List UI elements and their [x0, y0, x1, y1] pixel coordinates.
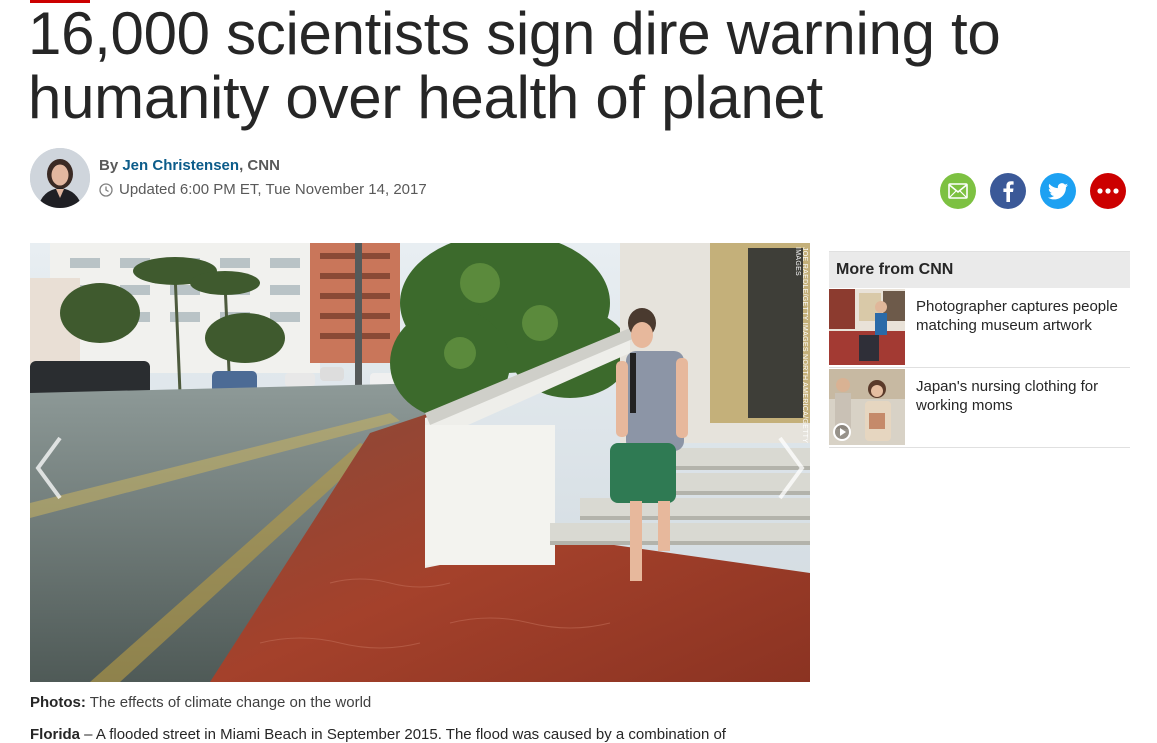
gallery-photo[interactable]: JOE RAEDLE/GETTY IMAGES NORTH AMERICA/GE…: [30, 243, 810, 682]
photo-credit: JOE RAEDLE/GETTY IMAGES NORTH AMERICA/GE…: [794, 247, 808, 444]
rail-item-title[interactable]: Japan's nursing clothing for working mom…: [916, 377, 1130, 447]
clock-icon: [99, 182, 113, 197]
email-share-button[interactable]: [940, 173, 976, 209]
byline: By Jen Christensen, CNN: [99, 157, 280, 174]
more-share-button[interactable]: [1090, 173, 1126, 209]
twitter-icon: [1048, 182, 1068, 199]
author-link[interactable]: Jen Christensen: [122, 157, 239, 174]
caption-label: Photos:: [30, 694, 86, 711]
gallery-slide-text: Florida – A flooded street in Miami Beac…: [30, 726, 726, 743]
twitter-share-button[interactable]: [1040, 173, 1076, 209]
flooded-street-image: [30, 243, 810, 682]
headline: 16,000 scientists sign dire warning to h…: [28, 0, 1001, 131]
rail-header: More from CNN: [829, 251, 1130, 288]
updated-timestamp: Updated 6:00 PM ET, Tue November 14, 201…: [99, 181, 427, 198]
facebook-share-button[interactable]: [990, 173, 1026, 209]
rail-thumbnail[interactable]: [829, 369, 905, 445]
updated-text: Updated 6:00 PM ET, Tue November 14, 201…: [119, 181, 427, 198]
byline-prefix: By: [99, 157, 123, 174]
rail-item[interactable]: Photographer captures people matching mu…: [829, 288, 1130, 368]
slide-description: – A flooded street in Miami Beach in Sep…: [80, 726, 726, 743]
more-icon: [1097, 188, 1119, 194]
slide-location: Florida: [30, 726, 81, 743]
rail-item-title[interactable]: Photographer captures people matching mu…: [916, 297, 1130, 367]
more-from-cnn-rail: More from CNN Photographer captures peop…: [829, 251, 1130, 448]
rail-item[interactable]: Japan's nursing clothing for working mom…: [829, 368, 1130, 448]
photo-caption: Photos: The effects of climate change on…: [30, 694, 371, 711]
author-avatar[interactable]: [30, 148, 90, 208]
byline-outlet: , CNN: [239, 157, 280, 174]
email-icon: [948, 183, 968, 199]
facebook-icon: [1003, 181, 1014, 202]
rail-thumbnail[interactable]: [829, 289, 905, 365]
caption-text: The effects of climate change on the wor…: [85, 694, 372, 711]
play-video-icon: [833, 423, 851, 441]
